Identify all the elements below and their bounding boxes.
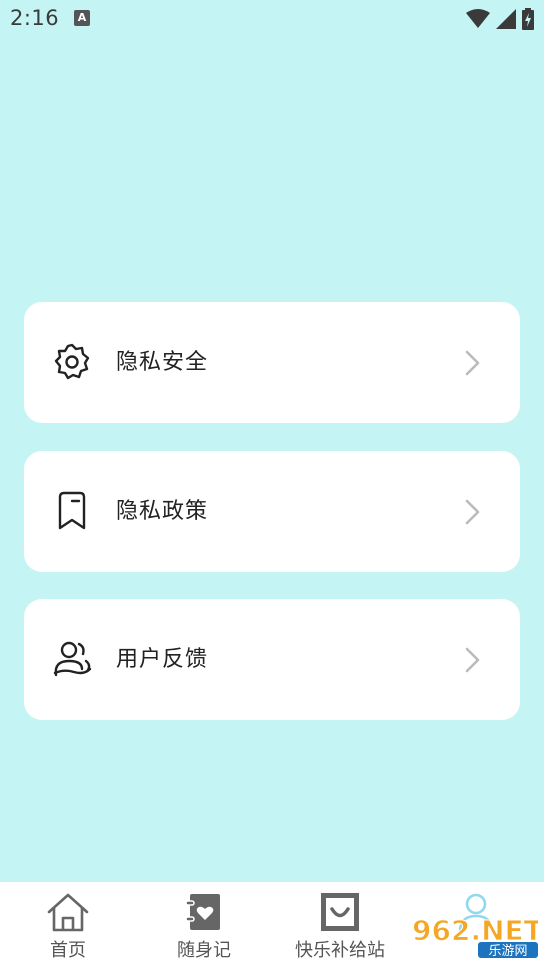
chevron-right-icon	[465, 647, 480, 673]
signal-icon	[496, 9, 516, 29]
gear-icon	[54, 343, 90, 380]
menu-label: 用户反馈	[116, 647, 209, 672]
status-bar: 2:16 A	[0, 0, 544, 38]
tab-label: 随身记	[177, 940, 231, 961]
notification-a-icon: A	[74, 10, 90, 26]
menu-item-user-feedback[interactable]: 用户反馈	[24, 599, 520, 720]
chevron-right-icon	[465, 499, 480, 525]
tab-label: 快乐补给站	[295, 940, 385, 961]
tab-notebook[interactable]: 随身记	[136, 882, 272, 969]
smile-box-icon	[321, 893, 359, 931]
status-time: 2:16	[10, 6, 60, 30]
tab-happy-supply[interactable]: 快乐补给站	[272, 882, 408, 969]
status-icons	[466, 8, 534, 30]
menu-item-privacy-policy[interactable]: 隐私政策	[24, 451, 520, 572]
site-watermark-logo: 962.NET 乐游网	[412, 914, 538, 958]
menu-label: 隐私政策	[116, 499, 209, 524]
bookmark-icon	[58, 491, 86, 530]
users-icon	[53, 641, 92, 677]
battery-icon	[522, 8, 534, 30]
tab-label: 首页	[50, 940, 86, 961]
chevron-right-icon	[465, 350, 480, 376]
menu-label: 隐私安全	[116, 350, 209, 375]
home-icon	[47, 893, 89, 932]
wifi-icon	[466, 9, 490, 28]
menu-item-privacy-security[interactable]: 隐私安全	[24, 302, 520, 423]
tab-home[interactable]: 首页	[0, 882, 136, 969]
notebook-heart-icon	[185, 894, 220, 930]
watermark-subtitle: 乐游网	[488, 944, 527, 958]
